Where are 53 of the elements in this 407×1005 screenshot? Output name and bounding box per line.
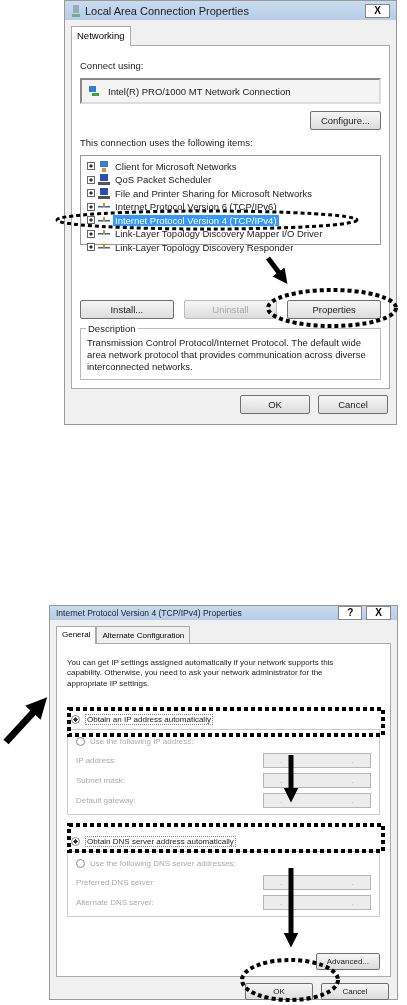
radio-label[interactable]: Obtain DNS server address automatically (85, 835, 236, 847)
window-title: Internet Protocol Version 4 (TCP/IPv4) Properties (56, 608, 243, 618)
network-icon (71, 3, 81, 18)
dialog-button[interactable]: Cancel (321, 983, 389, 1001)
close-button[interactable]: X (365, 3, 390, 18)
radio-button[interactable] (71, 714, 80, 724)
tab[interactable]: Networking (71, 26, 131, 47)
checkbox[interactable] (87, 189, 95, 198)
arrow (3, 697, 48, 745)
field-label: Preferred DNS server: (76, 878, 156, 888)
computer-icon (98, 174, 110, 186)
radio-button[interactable] (71, 836, 80, 846)
checkbox[interactable] (87, 229, 95, 238)
dialog-button[interactable]: OK (240, 395, 310, 414)
arrow (266, 256, 288, 284)
field-label: Default gateway: (76, 796, 136, 806)
list-item[interactable]: Link-Layer Topology Discovery Mapper I/O Driver (113, 228, 325, 240)
help-button[interactable]: ? (338, 606, 363, 620)
arrow (283, 755, 299, 803)
group-label: Description (86, 323, 138, 335)
checkbox[interactable] (87, 243, 95, 252)
items-label: This connection uses the following items: (80, 137, 254, 149)
list-item[interactable]: Link-Layer Topology Discovery Responder (113, 241, 296, 253)
connect-using-label: Connect using: (80, 60, 145, 72)
checkbox[interactable] (87, 202, 95, 211)
field-label: IP address: (76, 756, 117, 766)
description-text: Transmission Control Protocol/Internet Protocol. The default wide area network protocol that provides communication across diverse interconnected networks. (87, 337, 367, 373)
radio-label[interactable]: Obtain an IP address automatically (85, 713, 213, 725)
advanced-button[interactable]: Advanced... (315, 953, 380, 971)
field-label: Alternate DNS server: (76, 898, 154, 908)
checkbox[interactable] (87, 162, 95, 171)
list-item[interactable]: Client for Microsoft Networks (113, 160, 239, 172)
dialog-button[interactable]: Cancel (318, 395, 388, 414)
adapter-name: Intel(R) PRO/1000 MT Network Connection (108, 85, 291, 97)
list-item[interactable]: Internet Protocol Version 6 (TCP/IPv6) (113, 201, 279, 213)
item-button[interactable]: Properties (287, 300, 381, 320)
tab[interactable]: General (56, 626, 97, 644)
list-item[interactable]: QoS Packet Scheduler (113, 174, 214, 186)
checkbox[interactable] (87, 175, 95, 184)
network-adapter-icon (88, 85, 100, 98)
field-label: Subnet mask: (76, 776, 125, 786)
close-button[interactable]: X (366, 606, 391, 620)
checkbox[interactable] (87, 216, 95, 225)
computer-icon (98, 160, 110, 172)
tab[interactable]: Alternate Configuration (96, 626, 191, 643)
configure-button[interactable]: Configure... (309, 111, 381, 131)
computer-icon (98, 187, 110, 199)
radio-button[interactable] (76, 736, 85, 746)
intro-text: You can get IP settings assigned automatically if your network supports this capability. Otherwise, you need to ask your network administrator for the appropriate IP settings. (67, 658, 335, 690)
item-button[interactable]: Install... (80, 300, 174, 320)
window-title: Local Area Connection Properties (85, 4, 250, 17)
radio-button[interactable] (76, 858, 85, 868)
list-item[interactable]: File and Printer Sharing for Microsoft Networks (113, 187, 314, 199)
